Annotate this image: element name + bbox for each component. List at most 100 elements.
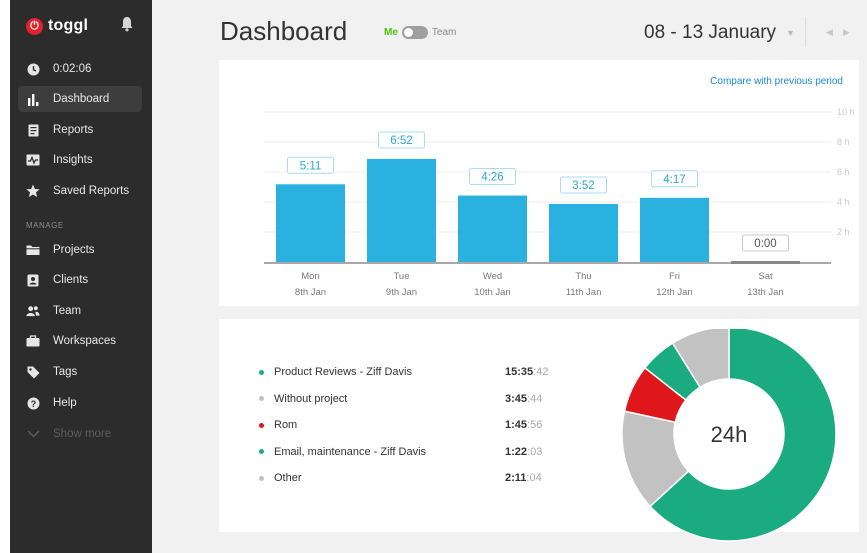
y-tick-label: 8 h (837, 137, 850, 147)
sidebar-item-label: Clients (53, 274, 89, 286)
project-duration: 3:45:44 (505, 393, 542, 405)
duration-hm: 1:22 (505, 445, 528, 458)
duration-hm: 15:35 (505, 366, 534, 378)
data-label: 4:26 (481, 172, 503, 184)
sidebar-item-dashboard[interactable]: Dashboard (18, 86, 142, 112)
x-tick-sublabel: 10th Jan (474, 287, 510, 298)
project-name: Email, maintenance - Ziff Davis (274, 445, 427, 458)
team-icon (26, 304, 40, 318)
project-row[interactable]: Rom 1:45:56 (259, 417, 559, 433)
toggle-switch[interactable] (401, 26, 428, 39)
show-more-button[interactable]: Show more (18, 421, 142, 447)
briefcase-icon (26, 334, 40, 348)
x-tick-sublabel: 8th Jan (295, 287, 326, 298)
data-label: 4:17 (663, 174, 685, 186)
donut-total: 24h (711, 422, 748, 447)
project-color-dot (259, 396, 264, 401)
y-tick-label: 4 h (837, 197, 850, 207)
bar-sat[interactable] (731, 261, 800, 264)
project-color-dot (259, 369, 264, 375)
duration-hm: 2:11 (505, 472, 527, 484)
sidebar-item-help[interactable]: ? Help (18, 390, 142, 416)
sidebar-item-insights[interactable]: Insights (18, 147, 142, 173)
sidebar-item-label: Reports (53, 124, 94, 136)
project-duration: 1:22:03 (505, 446, 542, 458)
project-name: Without project (274, 392, 348, 405)
bell-icon[interactable] (120, 16, 138, 34)
sidebar-item-clients[interactable]: Clients (18, 267, 142, 293)
x-tick-sublabel: 9th Jan (386, 287, 417, 298)
bar-mon[interactable] (276, 184, 345, 262)
sidebar-item-workspaces[interactable]: Workspaces (18, 328, 142, 354)
sidebar-item-label: Tags (53, 366, 78, 378)
project-row[interactable]: Email, maintenance - Ziff Davis 1:22:03 (259, 444, 559, 460)
sidebar-item-team[interactable]: Team (18, 298, 142, 324)
prev-week-icon[interactable]: ◀ (826, 27, 833, 38)
project-duration: 2:11:04 (505, 472, 542, 484)
sidebar-item-label: Saved Reports (53, 185, 130, 197)
x-tick-label: Wed (483, 271, 502, 282)
sidebar-item-label: Projects (53, 244, 95, 256)
sidebar: ⏻ toggl 0:02:06 Dashboard Reports Insigh… (10, 0, 152, 553)
next-week-icon[interactable]: ▶ (843, 27, 850, 38)
x-tick-label: Tue (393, 271, 409, 282)
sidebar-item-label: Dashboard (53, 93, 110, 105)
compare-previous-link[interactable]: Compare with previous period (710, 76, 843, 87)
bar-tue[interactable] (367, 158, 436, 262)
project-duration: 15:35:42 (505, 366, 548, 378)
y-tick-label: 6 h (837, 167, 850, 177)
sidebar-item-reports[interactable]: Reports (18, 117, 142, 143)
project-color-dot (259, 449, 264, 454)
bar-thu[interactable] (549, 203, 618, 262)
tag-icon (26, 365, 40, 379)
toggle-team-label: Team (431, 27, 457, 38)
project-color-dot (259, 475, 264, 481)
duration-seconds: :42 (533, 366, 549, 378)
toggle-me-label: Me (384, 27, 398, 38)
show-more-label: Show more (53, 428, 112, 440)
power-icon: ⏻ (26, 17, 43, 35)
project-name: Other (274, 472, 302, 484)
duration-hm: 1:45 (505, 419, 528, 431)
svg-text:?: ? (30, 398, 36, 408)
me-team-toggle[interactable]: Me Team (384, 26, 456, 39)
data-label: 0:00 (754, 238, 776, 250)
sidebar-item-projects[interactable]: Projects (18, 237, 142, 263)
bar-chart: 10 h 8 h 6 h 4 h 2 h 5:11 Mon 8th Jan 6:52 Tue 9th… (264, 107, 855, 298)
project-row[interactable]: Product Reviews - Ziff Davis 15:35:42 (259, 364, 559, 380)
timer-value: 0:02:06 (53, 63, 92, 75)
help-icon: ? (26, 396, 40, 410)
insights-icon (26, 153, 40, 167)
x-tick-sublabel: 12th Jan (656, 287, 692, 298)
x-tick-sublabel: 11th Jan (566, 287, 602, 298)
timer-item[interactable]: 0:02:06 (18, 56, 142, 82)
sidebar-item-label: Team (53, 305, 82, 317)
x-tick-label: Mon (301, 271, 319, 282)
sidebar-item-saved-reports[interactable]: Saved Reports (18, 178, 142, 204)
date-range-picker[interactable]: 08 - 13 January (644, 22, 776, 44)
star-icon (26, 184, 40, 198)
toggle-knob (403, 28, 413, 37)
project-row[interactable]: Other 2:11:04 (259, 470, 559, 486)
caret-down-icon[interactable]: ▼ (786, 28, 795, 38)
bar-fri[interactable] (640, 197, 709, 262)
project-name: Product Reviews - Ziff Davis (274, 366, 412, 378)
data-label: 6:52 (390, 135, 412, 147)
duration-seconds: :04 (526, 472, 542, 484)
client-icon (26, 273, 40, 287)
app-window: ⏻ toggl 0:02:06 Dashboard Reports Insigh… (10, 0, 867, 553)
duration-seconds: :03 (527, 445, 543, 458)
toggl-logo[interactable]: ⏻ toggl (26, 16, 88, 36)
x-tick-label: Thu (575, 271, 591, 282)
project-color-dot (259, 422, 264, 428)
x-tick-label: Fri (669, 271, 680, 282)
sidebar-item-tags[interactable]: Tags (18, 359, 142, 385)
page-title: Dashboard (220, 16, 348, 46)
bar-wed[interactable] (458, 195, 527, 262)
clock-icon (26, 62, 40, 76)
project-name: Rom (274, 419, 298, 431)
data-label: 3:52 (572, 180, 594, 192)
project-duration: 1:45:56 (505, 419, 542, 431)
project-row[interactable]: Without project 3:45:44 (259, 391, 559, 407)
manage-section-label: MANAGE (26, 221, 64, 230)
